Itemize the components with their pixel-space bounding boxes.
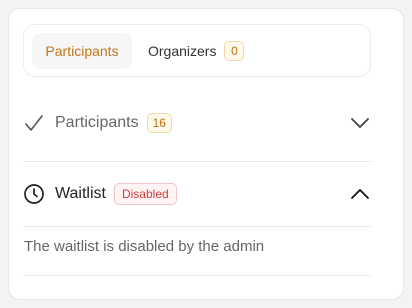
- section-divider: [23, 226, 371, 227]
- participants-section-header[interactable]: Participants 16: [23, 101, 371, 145]
- waitlist-status-badge: Disabled: [113, 183, 177, 205]
- waitlist-section-title: Waitlist: [55, 185, 106, 202]
- section-divider: [23, 161, 371, 162]
- participants-count-badge: 16: [146, 113, 172, 133]
- check-icon: [23, 112, 45, 134]
- tab-bar: Participants Organizers 0: [23, 24, 371, 77]
- tab-organizers-label: Organizers: [148, 43, 217, 59]
- chevron-down-icon[interactable]: [349, 112, 371, 134]
- participants-section-title: Participants: [55, 114, 139, 131]
- chevron-up-icon[interactable]: [349, 183, 371, 205]
- tab-participants[interactable]: Participants: [32, 33, 132, 69]
- tab-participants-label: Participants: [45, 43, 119, 59]
- tab-organizers[interactable]: Organizers 0: [148, 33, 245, 69]
- waitlist-section-header[interactable]: Waitlist Disabled: [23, 174, 371, 214]
- section-divider: [23, 275, 371, 276]
- waitlist-message: The waitlist is disabled by the admin: [24, 238, 265, 255]
- organizers-count-badge: 0: [224, 41, 245, 61]
- clock-icon: [23, 183, 45, 205]
